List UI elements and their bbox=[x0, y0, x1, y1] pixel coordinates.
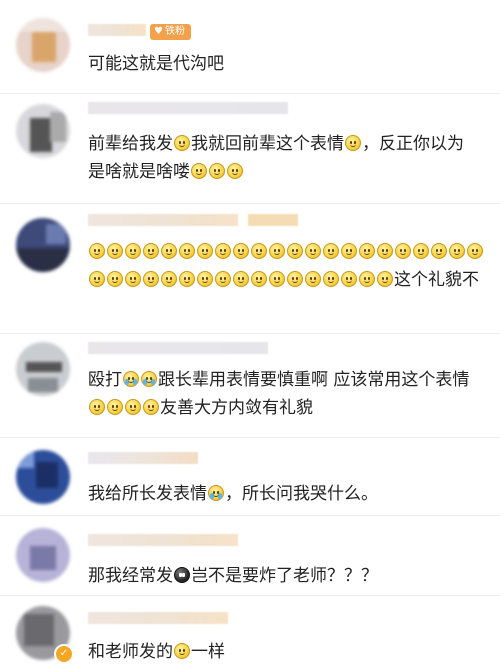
laugh-cry-emoji-icon bbox=[141, 371, 157, 387]
smile-emoji-icon bbox=[161, 243, 177, 259]
comment-item[interactable]: 殴打 跟长辈用表情要慎重啊 应该常用这个表情 友善大方内敛有礼貌 bbox=[0, 334, 500, 438]
comment-text: 前辈给我发 我就回前辈这个表情 ，反正你以为是啥就是啥喽 bbox=[88, 134, 464, 182]
comment-item[interactable]: 前辈给我发 我就回前辈这个表情 ，反正你以为是啥就是啥喽 bbox=[0, 94, 500, 204]
smile-emoji-icon bbox=[125, 399, 141, 415]
smile-emoji-icon bbox=[431, 243, 447, 259]
avatar[interactable] bbox=[16, 218, 70, 272]
smile-emoji-icon bbox=[305, 271, 321, 287]
smile-emoji-icon bbox=[449, 243, 465, 259]
smile-emoji-icon bbox=[89, 399, 105, 415]
username[interactable] bbox=[88, 342, 268, 354]
fan-badge: ♥ 铁粉 bbox=[150, 24, 191, 40]
avatar[interactable] bbox=[16, 342, 70, 396]
comment-text: 和老师发的 一样 bbox=[88, 642, 225, 662]
verified-badge-icon: ✓ bbox=[54, 644, 74, 664]
username[interactable] bbox=[88, 452, 198, 464]
comment-text: 可能这就是代沟吧 bbox=[88, 54, 224, 74]
username[interactable] bbox=[88, 534, 238, 546]
smile-emoji-icon bbox=[143, 243, 159, 259]
smile-emoji-icon bbox=[323, 243, 339, 259]
smile-emoji-icon bbox=[143, 399, 159, 415]
smile-emoji-icon bbox=[413, 243, 429, 259]
smile-emoji-icon bbox=[191, 163, 207, 179]
smile-emoji-icon bbox=[233, 271, 249, 287]
smile-emoji-icon bbox=[107, 271, 123, 287]
username[interactable] bbox=[88, 102, 288, 114]
username[interactable] bbox=[88, 612, 228, 624]
avatar[interactable] bbox=[16, 104, 70, 158]
smile-emoji-icon bbox=[197, 243, 213, 259]
smile-emoji-icon bbox=[377, 271, 393, 287]
smile-emoji-icon bbox=[179, 243, 195, 259]
heart-icon: ♥ bbox=[154, 26, 163, 37]
comment-text: 我给所长发表情 ，所长问我哭什么。 bbox=[88, 484, 378, 504]
smile-emoji-icon bbox=[323, 271, 339, 287]
smile-emoji-icon bbox=[467, 243, 483, 259]
smile-emoji-icon bbox=[125, 243, 141, 259]
comment-text: 那我经常发 岂不是要炸了老师？？？ bbox=[88, 566, 378, 586]
smile-emoji-icon bbox=[269, 271, 285, 287]
username-tail bbox=[248, 214, 298, 226]
smile-emoji-icon bbox=[125, 271, 141, 287]
comment-item[interactable]: 和老师发的 一样 bbox=[0, 596, 500, 671]
smile-emoji-icon bbox=[107, 399, 123, 415]
smile-emoji-icon bbox=[215, 271, 231, 287]
fan-badge-label: 铁粉 bbox=[164, 26, 185, 37]
smile-emoji-icon bbox=[395, 243, 411, 259]
comment-item[interactable]: ♥ 铁粉 可能这就是代沟吧 bbox=[0, 0, 500, 94]
avatar[interactable] bbox=[16, 528, 70, 582]
smile-emoji-icon bbox=[377, 243, 393, 259]
smile-emoji-icon bbox=[341, 243, 357, 259]
smile-emoji-icon bbox=[89, 271, 105, 287]
smile-emoji-icon bbox=[197, 271, 213, 287]
smile-emoji-icon bbox=[287, 243, 303, 259]
avatar[interactable] bbox=[16, 18, 70, 72]
laugh-cry-emoji-icon bbox=[208, 485, 224, 501]
smile-emoji-icon bbox=[209, 163, 225, 179]
username[interactable] bbox=[88, 24, 146, 36]
smile-emoji-icon bbox=[305, 243, 321, 259]
comment-item[interactable]: 那我经常发 岂不是要炸了老师？？？ bbox=[0, 516, 500, 596]
username[interactable] bbox=[88, 214, 238, 226]
smile-emoji-icon bbox=[174, 135, 190, 151]
comment-list: ♥ 铁粉 可能这就是代沟吧 前辈给我发 我就回前辈这个表情 ，反正你以为是啥就是啥喽… bbox=[0, 0, 500, 671]
smile-emoji-icon bbox=[359, 243, 375, 259]
comment-text: 殴打 跟长辈用表情要慎重啊 应该常用这个表情 友善大方内敛有礼貌 bbox=[88, 370, 470, 418]
smile-emoji-icon bbox=[233, 243, 249, 259]
comment-item[interactable]: 我给所长发表情 ，所长问我哭什么。 bbox=[0, 438, 500, 516]
smile-emoji-icon bbox=[143, 271, 159, 287]
comment-item[interactable]: 这个礼貌不 bbox=[0, 204, 500, 334]
smile-emoji-icon bbox=[174, 643, 190, 659]
avatar[interactable] bbox=[16, 450, 70, 504]
smile-emoji-icon bbox=[341, 271, 357, 287]
smile-emoji-icon bbox=[215, 243, 231, 259]
bomb-emoji-icon bbox=[174, 567, 190, 583]
smile-emoji-icon bbox=[287, 271, 303, 287]
comment-text: 这个礼貌不 bbox=[88, 238, 486, 294]
smile-emoji-icon bbox=[269, 243, 285, 259]
smile-emoji-icon bbox=[107, 243, 123, 259]
smile-emoji-icon bbox=[227, 163, 243, 179]
smile-emoji-icon bbox=[89, 243, 105, 259]
smile-emoji-icon bbox=[179, 271, 195, 287]
smile-emoji-icon bbox=[251, 243, 267, 259]
smile-emoji-icon bbox=[161, 271, 177, 287]
laugh-cry-emoji-icon bbox=[123, 371, 139, 387]
smile-emoji-icon bbox=[251, 271, 267, 287]
smile-emoji-icon bbox=[359, 271, 375, 287]
smile-emoji-icon bbox=[345, 135, 361, 151]
